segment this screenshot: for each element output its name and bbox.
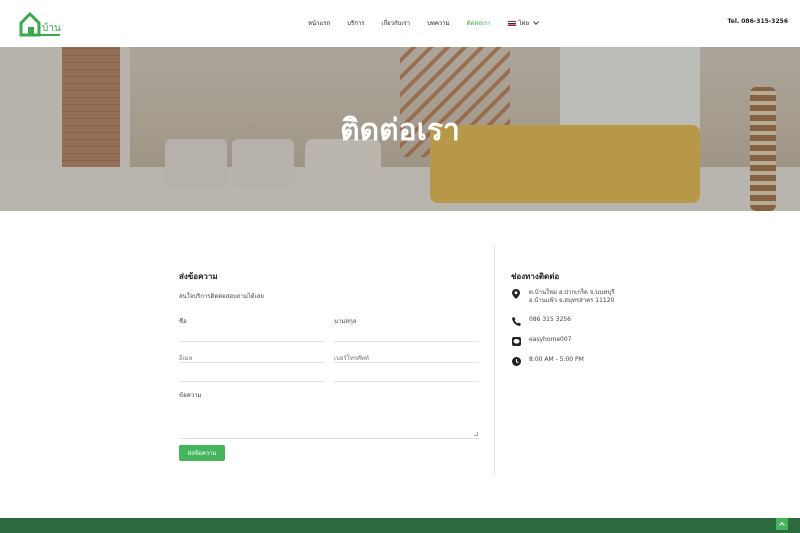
nav-services[interactable]: บริการ: [347, 18, 364, 28]
nav-home[interactable]: หน้าแรก: [308, 18, 330, 28]
clock-icon: [511, 356, 521, 366]
chevron-down-icon: [533, 19, 539, 25]
chevron-up-icon: [779, 522, 785, 528]
nav-articles[interactable]: บทความ: [427, 18, 449, 28]
site-footer: [0, 518, 800, 533]
phone-icon: [511, 316, 521, 326]
message-textarea[interactable]: [179, 400, 480, 439]
hero-banner: ติดต่อเรา: [0, 47, 800, 211]
contact-title: ช่องทางติดต่อ: [511, 272, 560, 281]
surname-input[interactable]: [334, 330, 478, 342]
logo[interactable]: บ้าน: [18, 9, 62, 39]
address-line-2: อ.บ้านแพ้ว จ.สมุทรสาคร 11120: [529, 297, 615, 304]
map-pin-icon: [511, 289, 521, 299]
phone-row[interactable]: 086 315 3256: [511, 316, 571, 326]
email-input-underline: [179, 370, 325, 382]
back-to-top-button[interactable]: [776, 518, 788, 530]
name-input[interactable]: [179, 330, 325, 342]
name-label: ชื่อ: [179, 318, 187, 325]
address-text: ต.บ้านใหม่ อ.ปากเกร็ด จ.นนทบุรี อ.บ้านแพ…: [529, 289, 614, 305]
hours-text: 8:00 AM - 5:00 PM: [529, 356, 584, 363]
house-logo-icon: บ้าน: [19, 11, 61, 37]
site-header: บ้าน หน้าแรก บริการ เกี่ยวกับเรา บทความ …: [0, 0, 800, 47]
submit-button[interactable]: ส่งข้อความ: [179, 445, 225, 461]
main-nav: หน้าแรก บริการ เกี่ยวกับเรา บทความ ติดต่…: [308, 18, 539, 28]
phone-input-underline: [334, 370, 478, 382]
language-selector[interactable]: ไทย: [507, 18, 539, 28]
nav-about[interactable]: เกี่ยวกับเรา: [381, 18, 410, 28]
nav-contact[interactable]: ติดต่อเรา: [467, 18, 491, 28]
phone-input[interactable]: เบอร์โทรศัพท์: [334, 351, 478, 363]
message-label: ข้อความ: [179, 392, 202, 399]
language-label: ไทย: [518, 20, 530, 27]
header-phone[interactable]: Tel. 086-315-3256: [727, 18, 788, 25]
form-subtitle: สนใจบริการติดต่อสอบถามได้เลย: [179, 293, 264, 300]
address-line-1: ต.บ้านใหม่ อ.ปากเกร็ด จ.นนทบุรี: [529, 289, 615, 296]
line-app-icon: [511, 336, 521, 346]
line-row[interactable]: easyhome007: [511, 336, 572, 346]
phone-text: 086 315 3256: [529, 316, 571, 323]
thai-flag-icon: [507, 20, 516, 26]
logo-text: บ้าน: [42, 22, 61, 34]
email-input[interactable]: อีเมล: [179, 351, 325, 363]
address-row: ต.บ้านใหม่ อ.ปากเกร็ด จ.นนทบุรี อ.บ้านแพ…: [511, 289, 614, 305]
page-title: ติดต่อเรา: [340, 113, 460, 148]
hours-row: 8:00 AM - 5:00 PM: [511, 356, 584, 366]
surname-label: นามสกุล: [334, 318, 357, 325]
form-title: ส่งข้อความ: [179, 272, 218, 281]
resize-handle-icon[interactable]: [474, 432, 478, 436]
line-id-text: easyhome007: [529, 336, 572, 343]
